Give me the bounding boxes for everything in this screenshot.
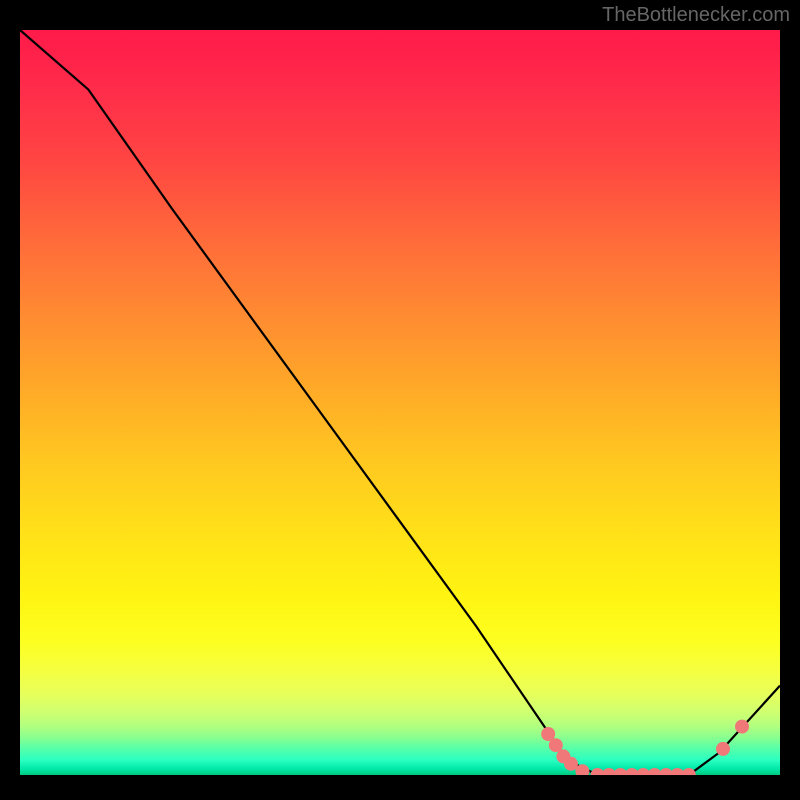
chart-line bbox=[20, 30, 780, 775]
chart-curve bbox=[20, 30, 780, 775]
chart-marker bbox=[682, 768, 696, 775]
chart-marker bbox=[716, 742, 730, 756]
chart-markers bbox=[541, 720, 749, 775]
chart-marker bbox=[735, 720, 749, 734]
chart-svg-layer bbox=[20, 30, 780, 775]
chart-marker bbox=[564, 757, 578, 771]
chart-plot-area bbox=[20, 30, 780, 775]
attribution-text: TheBottlenecker.com bbox=[602, 4, 790, 27]
